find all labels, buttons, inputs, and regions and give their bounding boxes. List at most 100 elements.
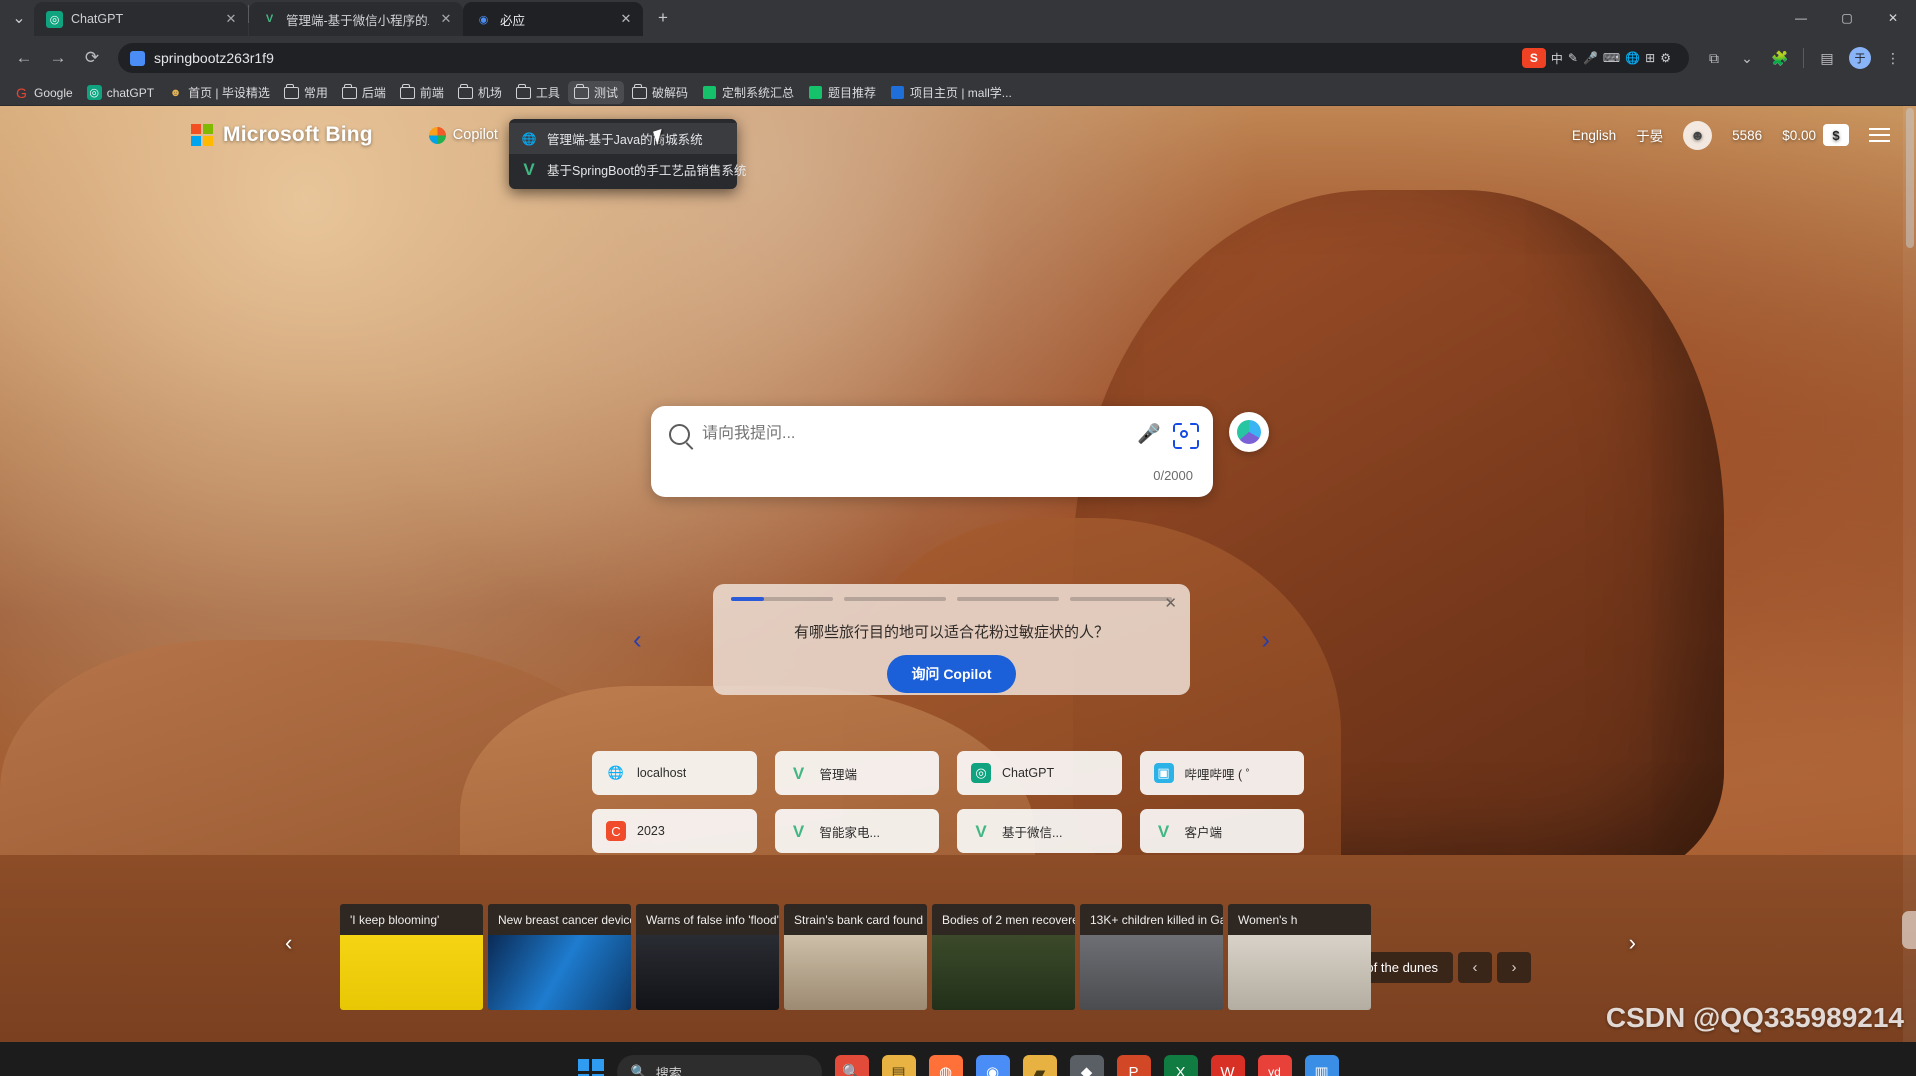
dropdown-item-admin-java-mall[interactable]: 🌐 管理端-基于Java的商城系统	[509, 123, 737, 154]
progress-dot[interactable]	[1070, 597, 1172, 601]
page-scrollbar[interactable]	[1903, 106, 1916, 1042]
bookmark-dingzhi[interactable]: 定制系统汇总	[696, 81, 800, 104]
wallpaper-prev-button[interactable]: ‹	[1458, 952, 1492, 983]
bing-logo[interactable]: Microsoft Bing	[191, 123, 373, 147]
excel-icon[interactable]: X	[1163, 1055, 1198, 1076]
new-tab-button[interactable]: +	[649, 4, 677, 32]
explorer-icon[interactable]: ▤	[881, 1055, 916, 1076]
scrollbar-thumb[interactable]	[1906, 108, 1914, 248]
tile-wechat-based[interactable]: V 基于微信...	[957, 809, 1122, 853]
split-screen-icon[interactable]: ⧉	[1699, 43, 1729, 73]
search-box[interactable]: 🎤 0/2000	[651, 406, 1269, 497]
nav-copilot[interactable]: Copilot	[428, 126, 498, 144]
sidebar-icon[interactable]: ▤	[1812, 43, 1842, 73]
microphone-icon[interactable]: 🎤	[1137, 422, 1161, 446]
tab-chatgpt[interactable]: ◎ ChatGPT ✕	[34, 2, 248, 36]
tile-bilibili[interactable]: ▣ 哔哩哔哩 ( ゜	[1139, 751, 1304, 795]
carousel-next-button[interactable]: ›	[1261, 624, 1270, 655]
tab-close-button[interactable]: ✕	[437, 10, 455, 28]
address-bar[interactable]: springbootz263r1f9 S 中 ✎ 🎤 ⌨ 🌐 ⊞ ⚙	[118, 43, 1689, 73]
folder-icon[interactable]: ▰	[1022, 1055, 1057, 1076]
profile-button[interactable]: 于	[1845, 43, 1875, 73]
news-card[interactable]: Strain's bank card found	[784, 904, 927, 1010]
tab-bing[interactable]: ◉ 必应 ✕	[463, 2, 643, 36]
windows-icon[interactable]	[577, 1059, 604, 1076]
yd-icon[interactable]: yd	[1257, 1055, 1292, 1076]
news-card[interactable]: Bodies of 2 men recovered	[932, 904, 1075, 1010]
progress-dot[interactable]	[844, 597, 946, 601]
copilot-badge-icon[interactable]	[1229, 412, 1269, 452]
rewards-points[interactable]: 5586	[1732, 128, 1762, 143]
extensions-icon[interactable]: 🧩	[1765, 43, 1795, 73]
person-icon[interactable]: ☻	[1683, 120, 1713, 150]
bookmark-chatgpt[interactable]: ◎ chatGPT	[81, 82, 160, 103]
news-card[interactable]: Women's h	[1228, 904, 1371, 1010]
bookmark-homepage[interactable]: ☻ 首页 | 毕设精选	[162, 81, 276, 104]
tile-client[interactable]: V 客户端	[1139, 809, 1304, 853]
sogou-web-icon[interactable]: 🌐	[1625, 51, 1640, 65]
sidebar-expand-handle[interactable]	[1902, 911, 1916, 949]
language-selector[interactable]: English	[1572, 128, 1616, 143]
forward-button[interactable]: →	[42, 42, 74, 74]
magnifier-icon[interactable]: 🔍	[834, 1055, 869, 1076]
tile-smart-home[interactable]: V 智能家电...	[774, 809, 939, 853]
reload-button[interactable]: ⟳	[76, 42, 108, 74]
sogou-keyboard-icon[interactable]: ⌨	[1603, 51, 1620, 65]
wallpaper-next-button[interactable]: ›	[1497, 952, 1531, 983]
news-next-button[interactable]: ›	[1629, 930, 1636, 956]
sogou-apps-icon[interactable]: ⊞	[1645, 51, 1655, 65]
sogou-input-toolbar[interactable]: S 中 ✎ 🎤 ⌨ 🌐 ⊞ ⚙	[1521, 48, 1677, 68]
bookmark-folder-houduan[interactable]: 后端	[336, 81, 392, 104]
downloads-icon[interactable]: ⌄	[1732, 43, 1762, 73]
tool-icon[interactable]: ◆	[1069, 1055, 1104, 1076]
sogou-mode-icon[interactable]: 中	[1551, 50, 1563, 67]
tab-close-button[interactable]: ✕	[617, 10, 635, 28]
bookmark-timu[interactable]: 题目推荐	[802, 81, 882, 104]
sogou-mic-icon[interactable]: 🎤	[1583, 51, 1598, 65]
bookmark-mall[interactable]: 项目主页 | mall学...	[884, 81, 1018, 104]
bookmark-google[interactable]: G Google	[8, 82, 79, 103]
bookmark-folder-pojiema[interactable]: 破解码	[626, 81, 694, 104]
maximize-button[interactable]: ▢	[1824, 0, 1870, 36]
chrome-icon[interactable]: ◉	[975, 1055, 1010, 1076]
tile-2023[interactable]: C 2023	[592, 809, 757, 853]
powerpoint-icon[interactable]: P	[1116, 1055, 1151, 1076]
progress-dot[interactable]	[957, 597, 1059, 601]
tile-chatgpt[interactable]: ◎ ChatGPT	[957, 751, 1122, 795]
editor-icon[interactable]: ▥	[1304, 1055, 1339, 1076]
news-card[interactable]: Warns of false info 'flood'	[636, 904, 779, 1010]
news-prev-button[interactable]: ‹	[285, 930, 292, 956]
tab-close-button[interactable]: ✕	[222, 10, 240, 28]
sogou-pen-icon[interactable]: ✎	[1568, 51, 1578, 65]
progress-dot[interactable]	[731, 597, 833, 601]
back-button[interactable]: ←	[8, 42, 40, 74]
bookmark-folder-qianduan[interactable]: 前端	[394, 81, 450, 104]
minimize-button[interactable]: —	[1778, 0, 1824, 36]
tab-search-button[interactable]: ⌄	[4, 4, 34, 32]
bookmark-folder-gongju[interactable]: 工具	[510, 81, 566, 104]
bookmark-folder-jichang[interactable]: 机场	[452, 81, 508, 104]
news-card[interactable]: New breast cancer device	[488, 904, 631, 1010]
close-icon[interactable]: ✕	[1164, 594, 1177, 612]
taskbar-search[interactable]: 🔍 搜索	[616, 1055, 822, 1076]
carousel-prev-button[interactable]: ‹	[633, 624, 642, 655]
wps-icon[interactable]: W	[1210, 1055, 1245, 1076]
dropdown-item-springboot-crafts[interactable]: V 基于SpringBoot的手工艺品销售系统	[509, 154, 746, 185]
tile-localhost[interactable]: 🌐 localhost	[592, 751, 757, 795]
bookmark-folder-changyong[interactable]: 常用	[278, 81, 334, 104]
tile-admin[interactable]: V 管理端	[774, 751, 939, 795]
ask-copilot-button[interactable]: 询问 Copilot	[887, 655, 1016, 693]
site-info-icon[interactable]	[130, 50, 145, 66]
visual-search-icon[interactable]	[1173, 423, 1195, 445]
hamburger-icon[interactable]	[1869, 128, 1890, 142]
close-window-button[interactable]: ✕	[1870, 0, 1916, 36]
sogou-settings-icon[interactable]: ⚙	[1660, 51, 1671, 65]
news-card[interactable]: 13K+ children killed in Gaza	[1080, 904, 1223, 1010]
bookmark-folder-ceshi[interactable]: 测试	[567, 81, 624, 104]
rewards-balance[interactable]: $0.00 $	[1782, 124, 1849, 146]
firefox-icon[interactable]: ◍	[928, 1055, 963, 1076]
news-card[interactable]: 'I keep blooming'	[340, 904, 483, 1010]
chrome-menu-button[interactable]: ⋮	[1878, 43, 1908, 73]
search-input[interactable]	[702, 425, 1126, 443]
tab-admin-wechat[interactable]: V 管理端-基于微信小程序的二手 ✕	[249, 2, 463, 36]
